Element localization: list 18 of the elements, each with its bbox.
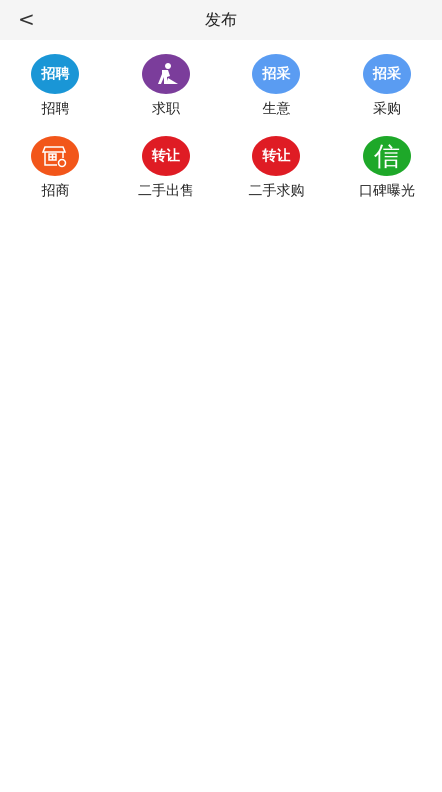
item-label: 二手出售 [138,182,194,200]
item-label: 生意 [262,100,290,118]
item-label: 招商 [41,182,70,200]
badge-icon[interactable]: 信 [362,136,411,176]
shop-icon[interactable] [31,136,80,176]
item-label: 招聘 [41,100,70,118]
item-label: 二手求购 [248,182,304,200]
page-title: 发布 [205,10,237,30]
badge-icon[interactable]: 转让 [252,136,300,176]
worker-icon[interactable] [142,54,190,94]
item-label: 口碑曝光 [358,182,415,200]
badge-icon[interactable]: 招聘 [31,54,80,94]
back-button[interactable]: < [14,7,39,31]
badge-icon[interactable]: 转让 [142,136,190,176]
badge-icon[interactable]: 招采 [362,54,411,94]
item-label: 求职 [152,100,180,118]
badge-icon[interactable]: 招采 [252,54,300,94]
item-label: 采购 [372,100,401,118]
